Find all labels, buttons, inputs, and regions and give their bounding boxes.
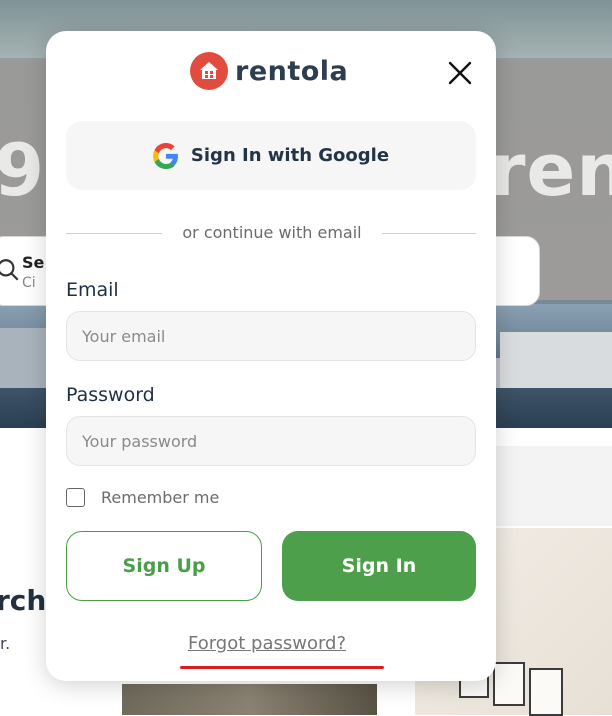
sign-in-button[interactable]: Sign In: [282, 531, 476, 601]
hero-heading-fragment-left: 9: [0, 128, 46, 212]
sign-in-modal: rentola Sign In with Google or continue …: [46, 31, 496, 681]
divider-line-right: [382, 233, 476, 234]
divider-line-left: [66, 233, 162, 234]
sign-up-button[interactable]: Sign Up: [66, 531, 262, 601]
brand-name: rentola: [235, 55, 349, 87]
close-icon: [448, 61, 472, 85]
remember-me-checkbox[interactable]: [66, 488, 85, 507]
remember-me-row: Remember me: [66, 488, 219, 507]
search-title: Se: [22, 253, 45, 272]
search-icon: [0, 259, 19, 281]
password-field[interactable]: [66, 416, 476, 466]
google-icon: [152, 142, 178, 169]
email-label: Email: [66, 279, 119, 301]
remember-me-label: Remember me: [101, 488, 220, 507]
brand-logo: rentola: [190, 51, 348, 91]
google-sign-in-button[interactable]: Sign In with Google: [66, 121, 476, 190]
close-button[interactable]: [444, 57, 476, 89]
divider-text: or continue with email: [182, 223, 362, 242]
house-logo-icon: [190, 52, 228, 90]
background-panel: [496, 446, 612, 526]
section-heading-fragment: rch: [0, 584, 47, 617]
section-subtext-fragment: r.: [0, 634, 11, 653]
forgot-password-link[interactable]: Forgot password?: [188, 633, 346, 654]
password-label: Password: [66, 384, 155, 406]
listing-card-image-2: [122, 684, 377, 715]
hero-heading-fragment-right: rent: [490, 128, 612, 212]
search-subtitle: Ci: [22, 275, 36, 291]
email-field[interactable]: [66, 311, 476, 361]
google-button-label: Sign In with Google: [190, 145, 390, 166]
annotation-underline: [180, 666, 384, 669]
